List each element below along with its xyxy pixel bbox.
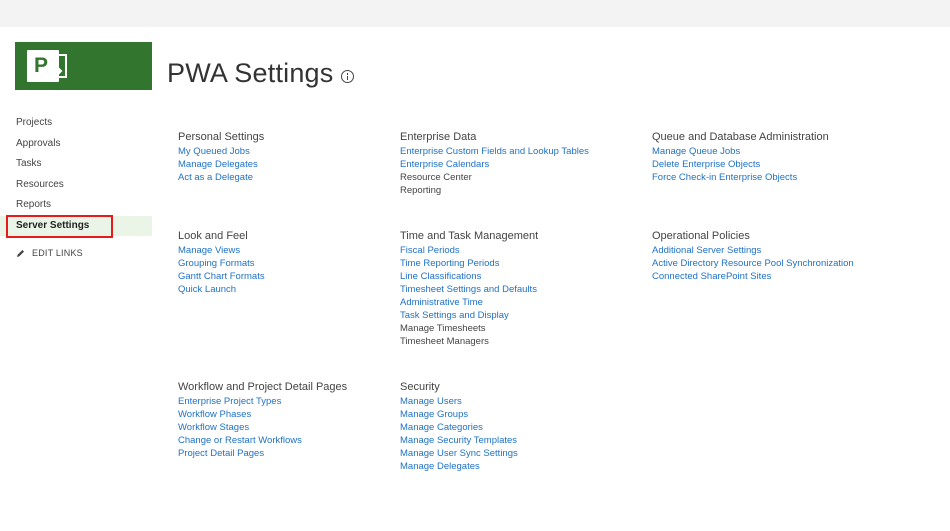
link-line-classifications[interactable]: Line Classifications (400, 270, 538, 283)
nav-item-resources[interactable]: Resources (0, 175, 152, 196)
group-title: Enterprise Data (400, 131, 477, 143)
nav-item-approvals[interactable]: Approvals (0, 134, 152, 155)
link-grouping-formats[interactable]: Grouping Formats (178, 257, 265, 270)
edit-links-button[interactable]: EDIT LINKS (0, 248, 152, 258)
link-change-restart-workflows[interactable]: Change or Restart Workflows (178, 434, 347, 447)
link-enterprise-calendars[interactable]: Enterprise Calendars (400, 158, 589, 171)
link-task-settings-display[interactable]: Task Settings and Display (400, 309, 538, 322)
nav-item-reports[interactable]: Reports (0, 195, 152, 216)
link-timesheet-settings[interactable]: Timesheet Settings and Defaults (400, 283, 538, 296)
link-gantt-chart-formats[interactable]: Gantt Chart Formats (178, 270, 265, 283)
link-manage-delegates-security[interactable]: Manage Delegates (400, 460, 518, 473)
info-icon[interactable] (341, 70, 355, 83)
link-act-as-delegate[interactable]: Act as a Delegate (178, 171, 264, 184)
link-resource-center[interactable]: Resource Center (400, 171, 589, 184)
left-navigation: Projects Approvals Tasks Resources Repor… (0, 113, 152, 258)
group-personal-settings: Personal Settings My Queued Jobs Manage … (178, 130, 264, 184)
link-workflow-stages[interactable]: Workflow Stages (178, 421, 347, 434)
group-workflow-pdp: Workflow and Project Detail Pages Enterp… (178, 380, 347, 460)
link-enterprise-project-types[interactable]: Enterprise Project Types (178, 395, 347, 408)
edit-links-label: EDIT LINKS (32, 248, 83, 258)
link-manage-delegates[interactable]: Manage Delegates (178, 158, 264, 171)
link-reporting[interactable]: Reporting (400, 184, 589, 197)
nav-item-server-settings[interactable]: Server Settings (0, 214, 152, 237)
link-time-reporting-periods[interactable]: Time Reporting Periods (400, 257, 538, 270)
link-manage-user-sync-settings[interactable]: Manage User Sync Settings (400, 447, 518, 460)
group-title: Workflow and Project Detail Pages (178, 381, 348, 393)
link-manage-views[interactable]: Manage Views (178, 244, 265, 257)
group-title: Personal Settings (178, 131, 265, 143)
link-workflow-phases[interactable]: Workflow Phases (178, 408, 347, 421)
group-operational-policies: Operational Policies Additional Server S… (652, 229, 854, 283)
pencil-icon (17, 249, 24, 257)
link-timesheet-managers[interactable]: Timesheet Managers (400, 335, 538, 348)
group-time-task-management: Time and Task Management Fiscal Periods … (400, 229, 538, 348)
group-title: Time and Task Management (400, 230, 539, 242)
group-security: Security Manage Users Manage Groups Mana… (400, 380, 518, 473)
link-ad-resource-pool-sync[interactable]: Active Directory Resource Pool Synchroni… (652, 257, 854, 270)
link-project-detail-pages[interactable]: Project Detail Pages (178, 447, 347, 460)
group-look-and-feel: Look and Feel Manage Views Grouping Form… (178, 229, 265, 296)
link-delete-enterprise-objects[interactable]: Delete Enterprise Objects (652, 158, 829, 171)
link-connected-sharepoint-sites[interactable]: Connected SharePoint Sites (652, 270, 854, 283)
link-manage-queue-jobs[interactable]: Manage Queue Jobs (652, 145, 829, 158)
link-manage-categories[interactable]: Manage Categories (400, 421, 518, 434)
group-title: Look and Feel (178, 230, 248, 242)
link-quick-launch[interactable]: Quick Launch (178, 283, 265, 296)
link-enterprise-custom-fields[interactable]: Enterprise Custom Fields and Lookup Tabl… (400, 145, 589, 158)
link-administrative-time[interactable]: Administrative Time (400, 296, 538, 309)
nav-item-tasks[interactable]: Tasks (0, 154, 152, 175)
link-my-queued-jobs[interactable]: My Queued Jobs (178, 145, 264, 158)
group-title: Security (400, 381, 440, 393)
link-manage-security-templates[interactable]: Manage Security Templates (400, 434, 518, 447)
page-title-text: PWA Settings (167, 58, 334, 88)
page-title: PWA Settings (167, 58, 355, 89)
link-manage-timesheets[interactable]: Manage Timesheets (400, 322, 538, 335)
group-enterprise-data: Enterprise Data Enterprise Custom Fields… (400, 130, 589, 197)
link-manage-groups[interactable]: Manage Groups (400, 408, 518, 421)
group-queue-database: Queue and Database Administration Manage… (652, 130, 829, 184)
suite-bar (0, 0, 950, 27)
group-title: Queue and Database Administration (652, 131, 829, 143)
project-logo-icon[interactable]: P (15, 42, 152, 90)
group-title: Operational Policies (652, 230, 750, 242)
link-force-check-in[interactable]: Force Check-in Enterprise Objects (652, 171, 829, 184)
link-fiscal-periods[interactable]: Fiscal Periods (400, 244, 538, 257)
link-additional-server-settings[interactable]: Additional Server Settings (652, 244, 854, 257)
link-manage-users[interactable]: Manage Users (400, 395, 518, 408)
nav-item-projects[interactable]: Projects (0, 113, 152, 134)
